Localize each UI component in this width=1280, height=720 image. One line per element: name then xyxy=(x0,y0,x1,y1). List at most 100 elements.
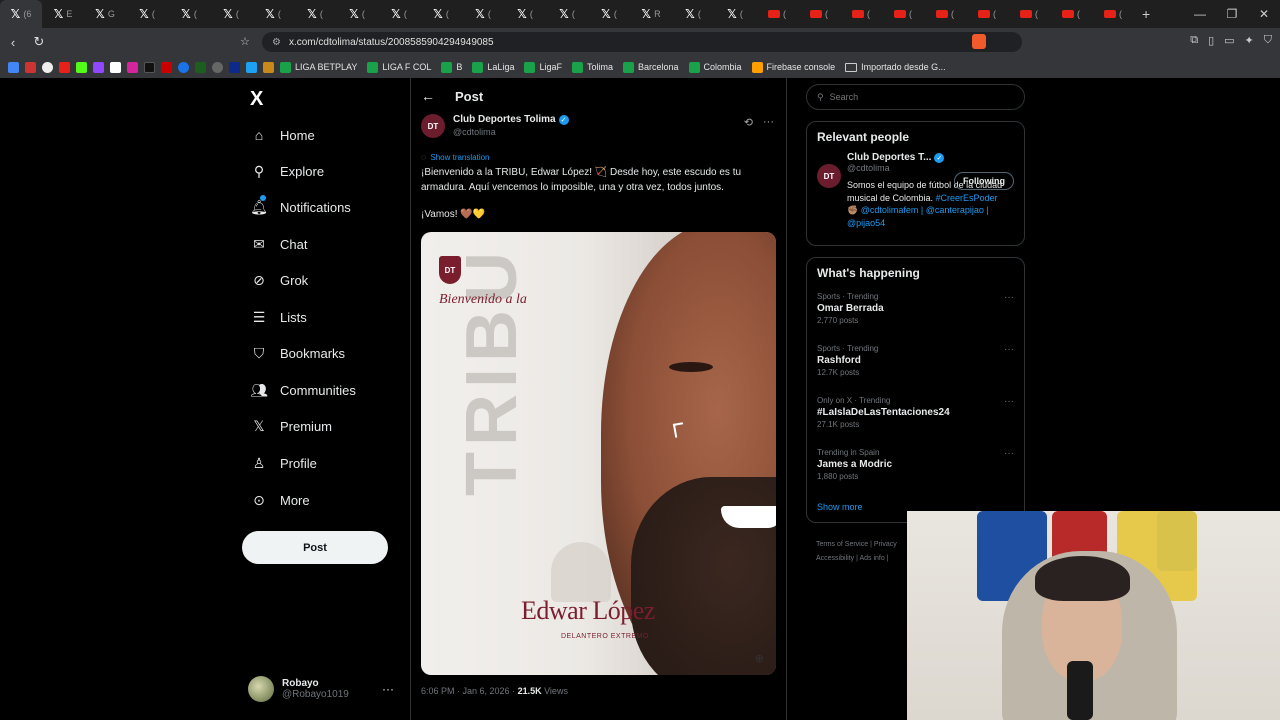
bookmark-favicon[interactable] xyxy=(178,61,189,73)
wallet-icon[interactable]: ▭ xyxy=(1224,34,1234,47)
tiktok-icon[interactable] xyxy=(144,61,155,73)
back-icon[interactable]: ‹ xyxy=(0,35,26,50)
image-options-icon[interactable]: ⊕ xyxy=(755,652,764,665)
browser-tab[interactable]: 𝕏( xyxy=(126,0,168,28)
extension-icon[interactable]: ⧉ xyxy=(1190,34,1198,47)
new-tab-button[interactable]: + xyxy=(1142,6,1150,22)
browser-tab[interactable]: ( xyxy=(756,0,798,28)
bookmark-item[interactable]: Barcelona xyxy=(622,61,679,73)
bookmark-item[interactable]: Colombia xyxy=(688,61,742,73)
nav-profile[interactable]: ♙ Profile xyxy=(250,454,317,472)
instagram-icon[interactable] xyxy=(127,61,138,73)
browser-tab[interactable]: 𝕏( xyxy=(336,0,378,28)
more-options-icon[interactable]: ··· xyxy=(382,682,394,696)
nav-notifications[interactable]: 🔔︎ Notifications xyxy=(250,195,351,216)
bookmark-item[interactable]: LIGA BETPLAY xyxy=(280,61,357,73)
bookmark-item[interactable]: LaLiga xyxy=(472,61,514,73)
bookmark-favicon[interactable] xyxy=(229,61,240,73)
x-icon[interactable] xyxy=(110,61,121,73)
shield-icon[interactable]: ⛉ xyxy=(1264,34,1272,47)
bookmark-item[interactable]: B xyxy=(441,61,462,73)
more-options-icon[interactable]: ··· xyxy=(1004,292,1014,303)
trend-item[interactable]: Only on X · Trending #LaIslaDeLasTentaci… xyxy=(807,396,1024,448)
browser-tab[interactable]: 𝕏( xyxy=(294,0,336,28)
minimize-icon[interactable]: — xyxy=(1184,7,1216,21)
footer-line[interactable]: Accessibility | Ads info | xyxy=(816,552,897,566)
bookmark-page-icon[interactable]: ☆ xyxy=(240,35,250,48)
more-options-icon[interactable]: ··· xyxy=(1004,344,1014,355)
browser-tab[interactable]: ( xyxy=(924,0,966,28)
browser-tab[interactable]: ( xyxy=(1092,0,1134,28)
browser-tab[interactable]: ( xyxy=(1008,0,1050,28)
browser-tab[interactable]: 𝕏( xyxy=(168,0,210,28)
browser-tab[interactable]: 𝕏( xyxy=(252,0,294,28)
bookmark-item[interactable]: LIGA F COL xyxy=(367,61,431,73)
avatar[interactable]: DT xyxy=(817,164,841,188)
sidebar-toggle-icon[interactable]: ▯ xyxy=(1208,34,1214,47)
bookmark-favicon[interactable] xyxy=(212,61,223,73)
post-author[interactable]: DT Club Deportes Tolima ✓ @cdtolima xyxy=(421,114,569,138)
browser-tab[interactable]: 𝕏( xyxy=(546,0,588,28)
post-image[interactable]: TRIBU DT Bienvenido a la Edwar López DEL… xyxy=(421,232,776,675)
back-arrow-icon[interactable]: ← xyxy=(421,88,435,104)
relevant-person[interactable]: DT Club Deportes T... ✓ @cdtolima Follow… xyxy=(807,144,1024,235)
bookmark-favicon[interactable] xyxy=(195,61,206,73)
kick-icon[interactable] xyxy=(76,61,87,73)
bookmark-favicon[interactable] xyxy=(246,61,257,73)
nav-bookmarks[interactable]: ⛉ Bookmarks xyxy=(250,344,345,362)
browser-tab[interactable]: 𝕏( xyxy=(378,0,420,28)
restore-icon[interactable]: ❐ xyxy=(1216,7,1248,21)
nav-premium[interactable]: 𝕏 Premium xyxy=(250,417,332,435)
apps-icon[interactable] xyxy=(8,61,19,73)
address-bar[interactable]: ⚙ x.com/cdtolima/status/2008585904294949… xyxy=(262,32,1022,52)
following-button[interactable]: Following xyxy=(954,172,1014,190)
more-options-icon[interactable]: ··· xyxy=(1004,396,1014,407)
browser-tab[interactable]: 𝕏R xyxy=(630,0,672,28)
browser-tab[interactable]: 𝕏( xyxy=(672,0,714,28)
footer-line[interactable]: Terms of Service | Privacy xyxy=(816,538,897,552)
post-timestamp[interactable]: 6:06 PM · Jan 6, 2026 · xyxy=(421,686,518,696)
search-box[interactable]: ⚲ xyxy=(806,84,1025,110)
browser-tab[interactable]: 𝕏( xyxy=(714,0,756,28)
youtube-icon[interactable] xyxy=(59,61,70,73)
bookmark-favicon[interactable] xyxy=(25,61,36,73)
bookmark-item[interactable]: Importado desde G... xyxy=(845,62,946,72)
author-name[interactable]: Club Deportes Tolima xyxy=(453,114,556,125)
nav-chat[interactable]: ✉ Chat xyxy=(250,235,307,253)
browser-tab[interactable]: 𝕏 (6 xyxy=(0,0,42,28)
trend-item[interactable]: Sports · Trending Omar Berrada 2,770 pos… xyxy=(807,292,1024,344)
site-info-icon[interactable]: ⚙ xyxy=(272,37,281,48)
twitch-icon[interactable] xyxy=(93,61,104,73)
browser-tab[interactable]: ( xyxy=(1050,0,1092,28)
browser-tab[interactable]: ( xyxy=(840,0,882,28)
browser-tab[interactable]: ( xyxy=(798,0,840,28)
bookmark-item[interactable]: Firebase console xyxy=(751,61,835,73)
leo-icon[interactable]: ✦ xyxy=(1245,34,1254,47)
author-avatar[interactable]: DT xyxy=(421,114,445,138)
show-translation-link[interactable]: ◌ Show translation xyxy=(421,152,490,162)
browser-tab[interactable]: 𝕏( xyxy=(504,0,546,28)
browser-tab[interactable]: 𝕏E xyxy=(42,0,84,28)
bookmark-favicon[interactable] xyxy=(161,61,172,73)
browser-tab[interactable]: ( xyxy=(966,0,1008,28)
nav-communities[interactable]: 👥︎ Communities xyxy=(250,381,356,399)
close-window-icon[interactable]: ✕ xyxy=(1248,7,1280,21)
nav-home[interactable]: ⌂ Home xyxy=(250,126,315,144)
post-button[interactable]: Post xyxy=(242,531,388,564)
nav-grok[interactable]: ⊘ Grok xyxy=(250,271,308,289)
account-switcher[interactable]: Robayo @Robayo1019 ··· xyxy=(248,676,400,702)
bio-mentions[interactable]: ✊🏽 @cdtolimafem | @canterapijao | @pijao… xyxy=(847,204,1014,229)
person-name[interactable]: Club Deportes T... xyxy=(847,152,931,163)
bookmark-item[interactable]: LigaF xyxy=(524,61,562,73)
more-options-icon[interactable]: ··· xyxy=(763,116,774,129)
browser-tab[interactable]: 𝕏G xyxy=(84,0,126,28)
trend-item[interactable]: Trending in Spain James a Modric 1,880 p… xyxy=(807,448,1024,500)
brave-shield-icon[interactable] xyxy=(972,34,986,49)
browser-tab[interactable]: ( xyxy=(882,0,924,28)
browser-tab[interactable]: 𝕏( xyxy=(420,0,462,28)
nav-more[interactable]: ⊙ More xyxy=(250,491,310,509)
search-input[interactable] xyxy=(829,92,947,102)
bookmark-favicon[interactable] xyxy=(42,61,53,73)
trend-item[interactable]: Sports · Trending Rashford 12.7K posts ·… xyxy=(807,344,1024,396)
bio-hashtag-link[interactable]: #CreerEsPoder xyxy=(936,193,998,203)
